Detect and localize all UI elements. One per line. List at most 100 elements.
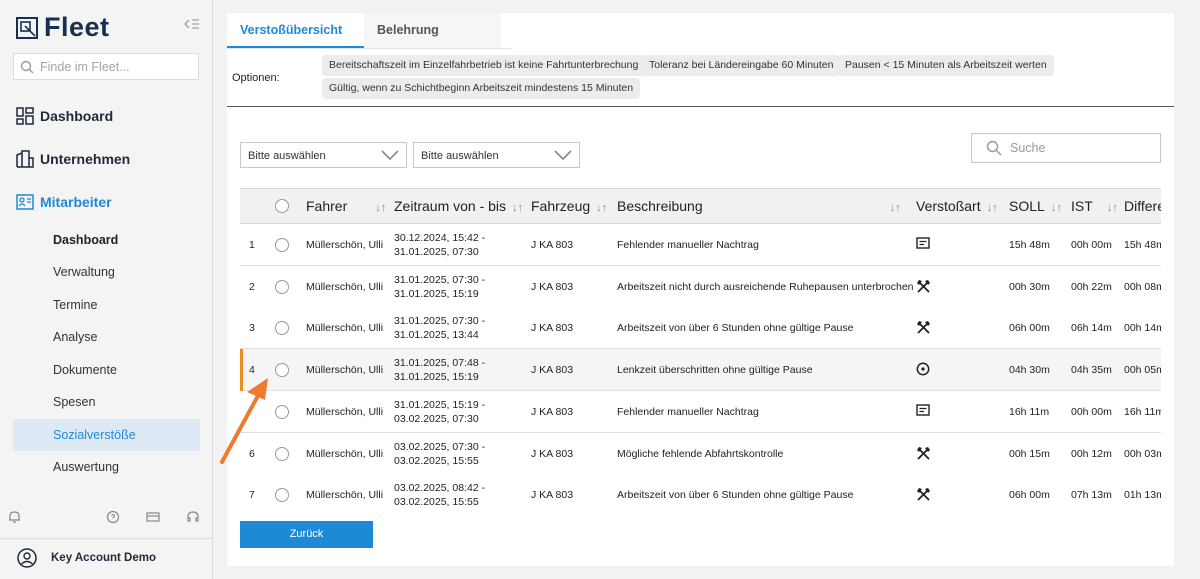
- tab-verstossuebersicht[interactable]: Verstoßübersicht: [227, 13, 364, 48]
- collapse-icon[interactable]: [184, 18, 200, 33]
- row-select-radio[interactable]: [275, 321, 289, 336]
- table-row[interactable]: 1 Müllerschön, Ulli 30.12.2024, 15:42 - 31.…: [240, 224, 1161, 266]
- col-differenz[interactable]: Differe: [1124, 189, 1161, 224]
- nav-unternehmen[interactable]: Unternehmen: [16, 150, 130, 168]
- option-chip: Toleranz bei Ländereingabe 60 Minuten: [642, 55, 841, 76]
- period-to: 31.01.2025, 15:19: [394, 371, 479, 384]
- row-number: 1: [249, 239, 255, 251]
- row-select-radio[interactable]: [275, 446, 289, 461]
- row-select-radio[interactable]: [275, 404, 289, 419]
- col-zeitraum[interactable]: Zeitraum von - bis ↓↑: [394, 189, 523, 224]
- sort-icon[interactable]: ↓↑: [987, 202, 998, 214]
- document-icon: [916, 237, 930, 253]
- filter-select-2[interactable]: Bitte auswählen: [413, 142, 580, 168]
- table-search-input[interactable]: Suche: [971, 133, 1161, 163]
- period-from: 03.02.2025, 08:42 -: [394, 482, 486, 495]
- dashboard-icon: [16, 107, 34, 125]
- driver-cell: Müllerschön, Ulli: [306, 280, 384, 293]
- col-beschreibung-label: Beschreibung: [617, 198, 703, 214]
- description-cell: Fehlender manueller Nachtrag: [617, 405, 759, 418]
- table-row[interactable]: 4 Müllerschön, Ulli 31.01.2025, 07:48 -31.…: [240, 349, 1161, 392]
- subnav-verwaltung[interactable]: Verwaltung: [13, 256, 200, 288]
- driver-cell: Müllerschön, Ulli: [306, 447, 384, 460]
- filter-select-2-value: Bitte auswählen: [421, 150, 499, 162]
- subnav-spesen[interactable]: Spesen: [13, 386, 200, 418]
- col-beschreibung[interactable]: Beschreibung ↓↑: [617, 189, 901, 224]
- filter-select-1-value: Bitte auswählen: [248, 150, 326, 162]
- subnav-sozialverstoesse[interactable]: Sozialverstöße: [13, 419, 200, 451]
- tab-belehrung[interactable]: Belehrung: [364, 13, 501, 48]
- logo[interactable]: Fleet: [16, 12, 110, 43]
- row-select-radio[interactable]: [275, 363, 289, 378]
- ist-cell: 00h 22m: [1071, 280, 1112, 293]
- options-divider: [227, 106, 1174, 107]
- sort-icon[interactable]: ↓↑: [596, 202, 607, 214]
- steering-wheel-icon: [916, 362, 930, 380]
- user-menu[interactable]: Key Account Demo: [17, 548, 156, 568]
- document-icon: [916, 404, 930, 420]
- table-row[interactable]: 7 Müllerschön, Ulli 03.02.2025, 08:42 -03.…: [240, 474, 1161, 515]
- nav-dashboard-label: Dashboard: [40, 108, 114, 124]
- period-to: 31.01.2025, 07:30: [394, 246, 479, 258]
- diff-cell: 01h 13m: [1124, 489, 1161, 502]
- row-select-radio[interactable]: [275, 488, 289, 503]
- vehicle-cell: J KA 803: [531, 447, 574, 460]
- col-soll[interactable]: SOLL ↓↑: [1009, 189, 1062, 224]
- row-select-radio[interactable]: [275, 279, 289, 294]
- diff-cell: 00h 14m: [1124, 322, 1161, 335]
- help-icon[interactable]: [106, 510, 120, 529]
- sidebar-search-input[interactable]: Finde im Fleet...: [13, 53, 199, 80]
- subnav-analyse[interactable]: Analyse: [13, 321, 200, 353]
- vehicle-cell: J KA 803: [531, 239, 574, 251]
- table-row[interactable]: 6 Müllerschön, Ulli 03.02.2025, 07:30 -03.…: [240, 432, 1161, 475]
- row-number: 6: [249, 447, 255, 460]
- sort-icon[interactable]: ↓↑: [1051, 202, 1062, 214]
- table-row[interactable]: 2 Müllerschön, Ulli 31.01.2025, 07:30 -31.…: [240, 265, 1161, 308]
- search-icon: [986, 140, 1002, 156]
- subnav-auswertung[interactable]: Auswertung: [13, 451, 200, 483]
- nav-dashboard[interactable]: Dashboard: [16, 107, 113, 125]
- violations-table: Fahrer ↓↑ Zeitraum von - bis ↓↑ Fahrzeug ↓↑…: [240, 188, 1161, 515]
- nav-mitarbeiter[interactable]: Mitarbeiter: [16, 194, 112, 210]
- row-number: 3: [249, 322, 255, 335]
- col-fahrer[interactable]: Fahrer ↓↑: [306, 189, 386, 224]
- period-to: 03.02.2025, 07:30: [394, 412, 479, 425]
- table-row[interactable]: Müllerschön, Ulli 31.01.2025, 15:19 -03.0…: [240, 390, 1161, 433]
- select-all-radio[interactable]: [275, 199, 289, 213]
- period-to: 31.01.2025, 13:44: [394, 329, 479, 342]
- vehicle-cell: J KA 803: [531, 322, 574, 335]
- driver-cell: Müllerschön, Ulli: [306, 239, 384, 251]
- col-fahrzeug[interactable]: Fahrzeug ↓↑: [531, 189, 607, 224]
- driver-cell: Müllerschön, Ulli: [306, 405, 384, 418]
- row-select-radio[interactable]: [275, 238, 289, 252]
- col-verstossart[interactable]: Verstoßart ↓↑: [916, 189, 998, 224]
- col-ist-label: IST: [1071, 198, 1093, 214]
- description-cell: Mögliche fehlende Abfahrtskontrolle: [617, 447, 784, 460]
- bell-icon[interactable]: [8, 510, 21, 529]
- subnav-dokumente[interactable]: Dokumente: [13, 354, 200, 386]
- filter-select-1[interactable]: Bitte auswählen: [240, 142, 407, 168]
- sort-icon[interactable]: ↓↑: [890, 202, 901, 214]
- subnav-dashboard[interactable]: Dashboard: [13, 224, 200, 256]
- card-icon[interactable]: [146, 510, 160, 528]
- soll-cell: 06h 00m: [1009, 489, 1050, 502]
- options-label: Optionen:: [232, 72, 280, 84]
- headset-icon[interactable]: [186, 510, 200, 529]
- ist-cell: 00h 00m: [1071, 405, 1112, 418]
- ist-cell: 04h 35m: [1071, 364, 1112, 377]
- sort-icon[interactable]: ↓↑: [1107, 202, 1118, 214]
- soll-cell: 04h 30m: [1009, 364, 1050, 377]
- hammers-icon: [916, 320, 931, 338]
- sort-icon[interactable]: ↓↑: [512, 202, 523, 214]
- table-row[interactable]: 3 Müllerschön, Ulli 31.01.2025, 07:30 -31.…: [240, 307, 1161, 350]
- soll-cell: 00h 30m: [1009, 280, 1050, 293]
- driver-cell: Müllerschön, Ulli: [306, 322, 384, 335]
- period-from: 31.01.2025, 07:30 -: [394, 315, 486, 328]
- description-cell: Fehlender manueller Nachtrag: [617, 239, 759, 251]
- back-button[interactable]: Zurück: [240, 521, 373, 548]
- col-ist[interactable]: IST ↓↑: [1071, 189, 1118, 224]
- period-from: 31.01.2025, 07:30 -: [394, 273, 486, 286]
- sort-icon[interactable]: ↓↑: [375, 202, 386, 214]
- fleet-logo-icon: [16, 16, 38, 39]
- subnav-termine[interactable]: Termine: [13, 289, 200, 321]
